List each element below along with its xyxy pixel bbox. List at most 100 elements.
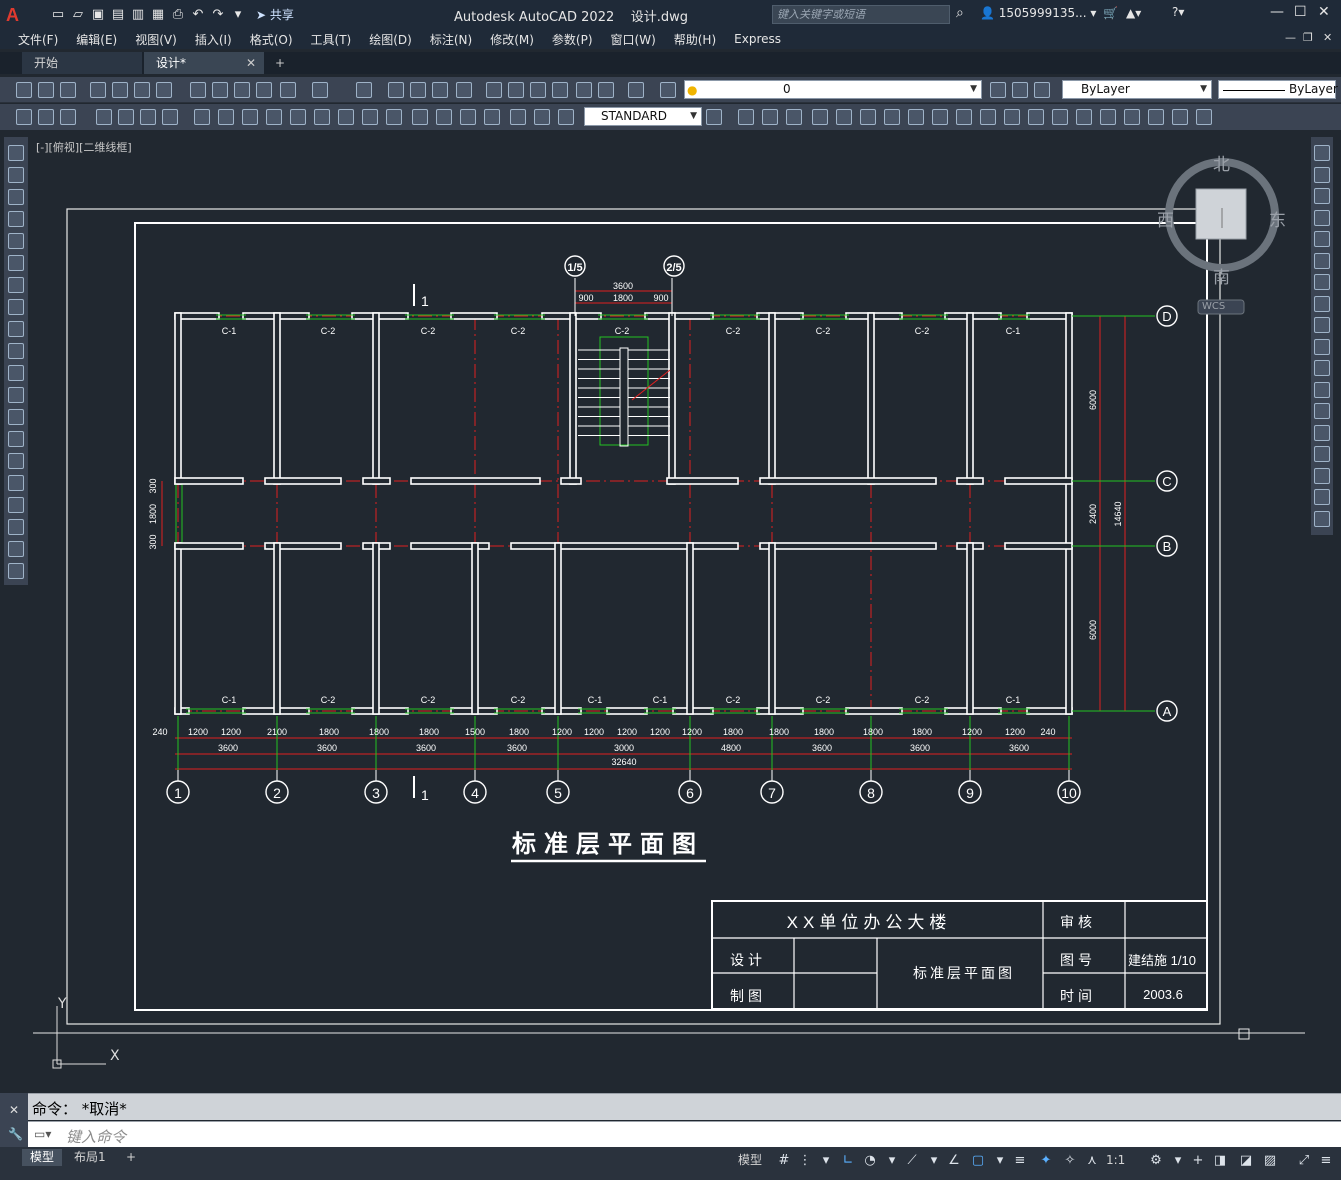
new-file-icon[interactable]: ▭ bbox=[50, 7, 66, 23]
dimension-tool-icon-36[interactable] bbox=[1028, 109, 1044, 125]
draw-tool-icon-16[interactable] bbox=[8, 497, 24, 513]
dimension-tool-icon-1[interactable] bbox=[38, 109, 54, 125]
close-cmd-icon[interactable]: ✕ bbox=[9, 1103, 19, 1117]
search-icon[interactable]: ⌕ bbox=[956, 5, 964, 21]
standard-tool-icon-25[interactable] bbox=[660, 82, 676, 98]
annotation-visibility-icon[interactable]: ✦ bbox=[1038, 1153, 1054, 1169]
standard-tool-icon-17[interactable] bbox=[456, 82, 472, 98]
add-layout-button[interactable]: + bbox=[118, 1149, 144, 1166]
draw-tool-icon-1[interactable] bbox=[8, 167, 24, 183]
floor-plan-drawing[interactable]: C-1 C-2 C-2 C-2 C-2 C-2 C-2 C-2 C-1 C-1 C-2 C-2 C-2 C… bbox=[33, 136, 1305, 1089]
menu-item-12[interactable]: Express bbox=[734, 32, 781, 46]
dimension-tool-icon-18[interactable] bbox=[460, 109, 476, 125]
dimension-tool-icon-20[interactable] bbox=[510, 109, 526, 125]
standard-tool-icon-7[interactable] bbox=[190, 82, 206, 98]
undo-icon[interactable]: ↶ bbox=[190, 7, 206, 23]
dimension-tool-icon-39[interactable] bbox=[1100, 109, 1116, 125]
dimension-tool-icon-37[interactable] bbox=[1052, 109, 1068, 125]
standard-tool-icon-2[interactable] bbox=[60, 82, 76, 98]
modify-tool-icon-16[interactable] bbox=[1314, 489, 1330, 505]
osnap-tracking-icon[interactable]: ∠ bbox=[946, 1153, 962, 1169]
settings-icon[interactable]: ⚙ bbox=[1148, 1153, 1164, 1169]
dimension-tool-icon-41[interactable] bbox=[1148, 109, 1164, 125]
viewcube-east[interactable]: 东 bbox=[1269, 206, 1286, 231]
menu-item-4[interactable]: 格式(O) bbox=[250, 31, 293, 48]
dimension-tool-icon-2[interactable] bbox=[60, 109, 76, 125]
dimension-tool-icon-42[interactable] bbox=[1172, 109, 1188, 125]
modify-tool-icon-17[interactable] bbox=[1314, 510, 1330, 527]
color-dropdown[interactable]: ByLayer ▼ bbox=[1062, 80, 1212, 99]
viewcube-north[interactable]: 北 bbox=[1213, 150, 1230, 175]
dimension-tool-icon-40[interactable] bbox=[1124, 109, 1140, 125]
annotation-scale[interactable]: 1:1 bbox=[1098, 1152, 1133, 1169]
menu-item-3[interactable]: 插入(I) bbox=[195, 31, 232, 48]
modify-tool-icon-15[interactable] bbox=[1314, 467, 1330, 484]
plot-icon[interactable]: ⎙ bbox=[170, 7, 186, 23]
draw-tool-icon-3[interactable] bbox=[8, 211, 24, 227]
dimension-tool-icon-11[interactable] bbox=[290, 109, 306, 125]
modify-tool-icon-3[interactable] bbox=[1314, 209, 1330, 226]
doc-close-icon[interactable]: ✕ bbox=[1323, 31, 1332, 44]
cart-icon[interactable]: 🛒 bbox=[1103, 6, 1118, 20]
draw-tool-icon-0[interactable] bbox=[8, 145, 24, 161]
dimension-tool-icon-34[interactable] bbox=[980, 109, 996, 125]
standard-tool-icon-3[interactable] bbox=[90, 82, 106, 98]
dropdown-icon[interactable]: ▾ bbox=[818, 1153, 834, 1169]
menu-item-7[interactable]: 标注(N) bbox=[430, 31, 472, 48]
standard-tool-icon-0[interactable] bbox=[16, 82, 32, 98]
menu-item-10[interactable]: 窗口(W) bbox=[611, 31, 656, 48]
menu-item-5[interactable]: 工具(T) bbox=[311, 31, 352, 48]
save-icon[interactable]: ▣ bbox=[90, 7, 106, 23]
standard-tool-icon-14[interactable] bbox=[388, 82, 404, 98]
standard-tool-icon-13[interactable] bbox=[356, 82, 372, 98]
customize-cmd-icon[interactable]: 🔧 bbox=[8, 1127, 23, 1141]
standard-tool-icon-19[interactable] bbox=[508, 82, 524, 98]
autocad-logo-icon[interactable]: A bbox=[6, 4, 28, 26]
dimension-tool-icon-38[interactable] bbox=[1076, 109, 1092, 125]
modify-tool-icon-5[interactable] bbox=[1314, 252, 1330, 269]
tab-drawing[interactable]: 设计* ✕ bbox=[144, 52, 264, 74]
standard-tool-icon-4[interactable] bbox=[112, 82, 128, 98]
layer-dropdown[interactable]: ● 0 ▼ bbox=[684, 80, 982, 99]
dimension-tool-icon-35[interactable] bbox=[1004, 109, 1020, 125]
command-input[interactable]: ▭▾ 键入命令 bbox=[28, 1121, 1341, 1147]
model-space-button[interactable]: 模型 bbox=[730, 1152, 770, 1169]
drawing-canvas[interactable]: C-1 C-2 C-2 C-2 C-2 C-2 C-2 C-2 C-1 C-1 C-2 C-2 C-2 C… bbox=[33, 136, 1305, 1089]
modify-tool-icon-12[interactable] bbox=[1314, 403, 1330, 419]
dimension-tool-icon-9[interactable] bbox=[242, 109, 258, 125]
modify-tool-icon-14[interactable] bbox=[1314, 446, 1330, 462]
draw-tool-icon-19[interactable] bbox=[8, 563, 24, 579]
dimension-tool-icon-43[interactable] bbox=[1196, 109, 1212, 125]
menu-item-2[interactable]: 视图(V) bbox=[135, 31, 177, 48]
menu-item-6[interactable]: 绘图(D) bbox=[369, 31, 412, 48]
open-web-icon[interactable]: ▥ bbox=[130, 7, 146, 23]
viewcube-south[interactable]: 南 bbox=[1213, 263, 1230, 288]
dimension-tool-icon-29[interactable] bbox=[860, 109, 876, 125]
modify-tool-icon-1[interactable] bbox=[1314, 166, 1330, 183]
draw-tool-icon-15[interactable] bbox=[8, 475, 24, 491]
wcs-menu[interactable]: WCS bbox=[1202, 301, 1225, 312]
viewcube[interactable]: 北 南 东 西 WCS bbox=[1156, 148, 1286, 318]
draw-tool-icon-2[interactable] bbox=[8, 189, 24, 205]
dimension-tool-icon-27[interactable] bbox=[812, 109, 828, 125]
save-as-icon[interactable]: ▤ bbox=[110, 7, 126, 23]
draw-tool-icon-7[interactable] bbox=[8, 299, 24, 315]
standard-tool-icon-28[interactable] bbox=[1034, 82, 1050, 98]
draw-tool-icon-18[interactable] bbox=[8, 541, 24, 557]
open-file-icon[interactable]: ▱ bbox=[70, 7, 86, 23]
dimension-tool-icon-15[interactable] bbox=[386, 109, 402, 125]
dimension-tool-icon-14[interactable] bbox=[362, 109, 378, 125]
ortho-icon[interactable]: ∟ bbox=[840, 1153, 856, 1169]
dimension-tool-icon-28[interactable] bbox=[836, 109, 852, 125]
dimension-tool-icon-21[interactable] bbox=[534, 109, 550, 125]
share-button[interactable]: ➤ 共享 bbox=[256, 6, 294, 23]
dimension-tool-icon-5[interactable] bbox=[140, 109, 156, 125]
dimension-tool-icon-12[interactable] bbox=[314, 109, 330, 125]
modify-tool-icon-0[interactable] bbox=[1314, 145, 1330, 161]
search-input[interactable]: 键入关键字或短语 bbox=[772, 5, 950, 24]
dimension-tool-icon-31[interactable] bbox=[908, 109, 924, 125]
maximize-icon[interactable]: ☐ bbox=[1294, 4, 1307, 20]
workspace-icon[interactable]: ◨ bbox=[1212, 1153, 1228, 1169]
doc-minimize-icon[interactable]: — bbox=[1285, 31, 1296, 44]
dimension-tool-icon-26[interactable] bbox=[786, 109, 802, 125]
